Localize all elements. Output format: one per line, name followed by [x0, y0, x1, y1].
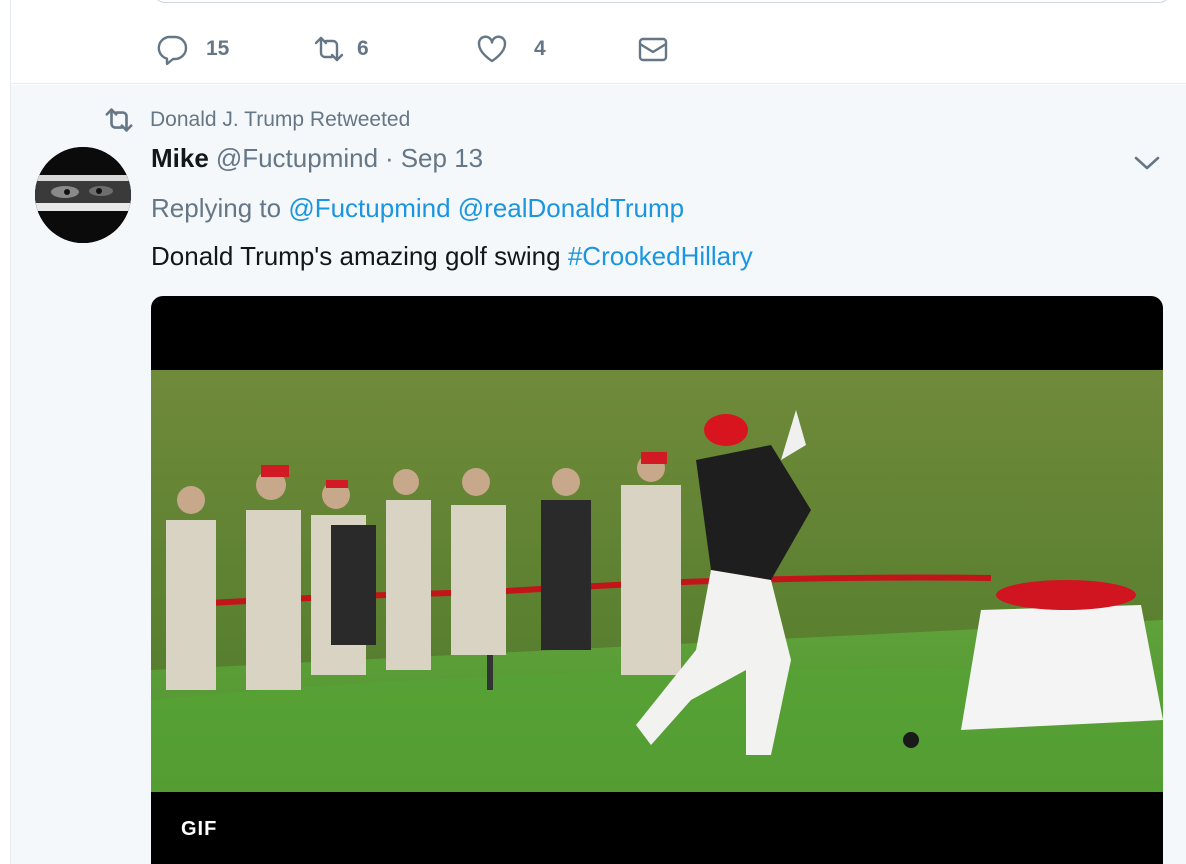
- timeline-left-edge: [0, 0, 11, 864]
- retweeted-tweet[interactable]: Donald J. Trump Retweeted Mike @Fuctupmi…: [11, 85, 1186, 864]
- retweet-context-icon: [105, 108, 133, 132]
- tweet-timestamp[interactable]: Sep 13: [401, 143, 483, 174]
- direct-message-button[interactable]: [637, 31, 669, 67]
- direct-message-icon: [638, 37, 668, 62]
- like-icon: [477, 35, 507, 63]
- retweet-button[interactable]: 6: [313, 31, 369, 67]
- retweet-context[interactable]: Donald J. Trump Retweeted: [104, 105, 410, 135]
- retweet-icon: [314, 36, 344, 62]
- gif-media[interactable]: GIF: [151, 296, 1163, 864]
- retweet-count: 6: [357, 37, 369, 60]
- gif-badge: GIF: [181, 818, 218, 840]
- reply-button[interactable]: 15: [156, 31, 229, 67]
- previous-card-edge: [153, 0, 1171, 3]
- gif-thumbnail: [151, 370, 1163, 792]
- retweet-context-label: Donald J. Trump Retweeted: [150, 108, 411, 131]
- replying-to: Replying to @Fuctupmind @realDonaldTrump: [151, 193, 684, 224]
- avatar[interactable]: [35, 147, 131, 243]
- tweet-body: Donald Trump's amazing golf swing: [151, 241, 561, 271]
- header-separator: ·: [385, 143, 394, 173]
- hashtag-link[interactable]: #CrookedHillary: [568, 241, 753, 271]
- tweet-text: Donald Trump's amazing golf swing #Crook…: [151, 241, 753, 272]
- avatar-image: [35, 147, 131, 243]
- like-count: 4: [534, 37, 546, 60]
- like-button[interactable]: 4: [476, 31, 546, 67]
- reply-icon: [157, 35, 188, 65]
- tweet-header: Mike @Fuctupmind · Sep 13: [151, 143, 483, 174]
- reply-mention-1[interactable]: @Fuctupmind: [288, 193, 450, 223]
- chevron-down-icon[interactable]: [1133, 151, 1161, 175]
- author-handle[interactable]: @Fuctupmind: [216, 143, 378, 174]
- reply-mention-2[interactable]: @realDonaldTrump: [458, 193, 684, 223]
- reply-count: 15: [206, 37, 230, 60]
- author-fullname[interactable]: Mike: [151, 143, 209, 174]
- replying-to-prefix: Replying to: [151, 193, 282, 223]
- previous-tweet: 15 6 4: [11, 0, 1186, 84]
